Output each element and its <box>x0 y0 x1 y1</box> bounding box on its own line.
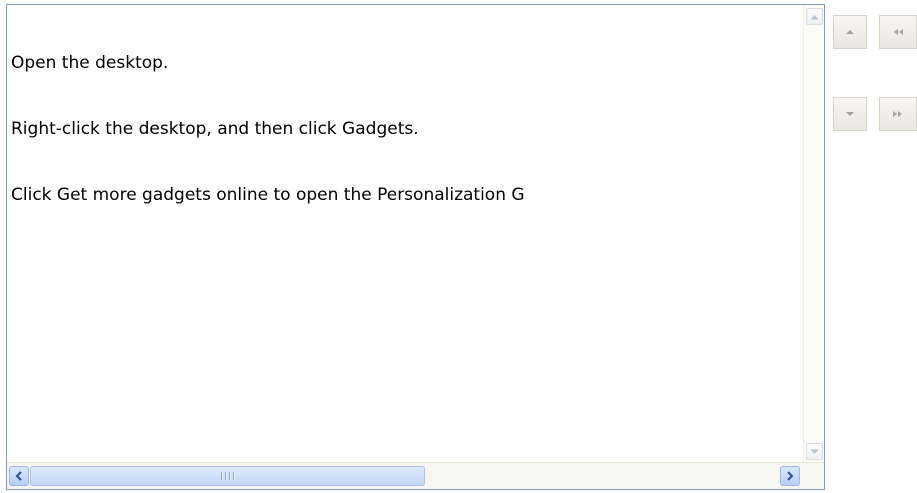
last-step-button[interactable] <box>879 97 917 131</box>
chevron-right-icon <box>787 471 794 481</box>
instruction-viewer: Open the desktop. Right-click the deskto… <box>0 0 917 493</box>
scroll-left-button[interactable] <box>9 466 29 486</box>
grip-icon <box>220 472 235 480</box>
instruction-line-3: Click Get more gadgets online to open th… <box>11 185 525 205</box>
instruction-line-1: Open the desktop. <box>11 53 169 73</box>
double-right-icon <box>893 111 902 117</box>
triangle-up-icon <box>810 14 819 19</box>
chevron-left-icon <box>15 471 22 481</box>
vertical-scrollbar[interactable] <box>803 5 824 463</box>
next-step-button[interactable] <box>833 97 867 131</box>
horizontal-scroll-thumb[interactable] <box>30 466 425 486</box>
first-step-button[interactable] <box>879 15 917 49</box>
triangle-up-icon <box>846 30 854 34</box>
triangle-down-icon <box>846 112 854 116</box>
double-left-icon <box>894 29 903 35</box>
instruction-text-area[interactable]: Open the desktop. Right-click the deskto… <box>7 5 803 463</box>
scroll-up-button[interactable] <box>806 8 823 25</box>
previous-step-button[interactable] <box>833 15 867 49</box>
scroll-right-button[interactable] <box>780 466 800 486</box>
horizontal-scrollbar[interactable] <box>7 462 803 489</box>
scrollbar-corner <box>803 462 824 489</box>
instruction-textbox[interactable]: Open the desktop. Right-click the deskto… <box>6 4 825 490</box>
scroll-down-button[interactable] <box>806 443 823 460</box>
triangle-down-icon <box>810 449 819 454</box>
instruction-line-2: Right-click the desktop, and then click … <box>11 119 419 139</box>
